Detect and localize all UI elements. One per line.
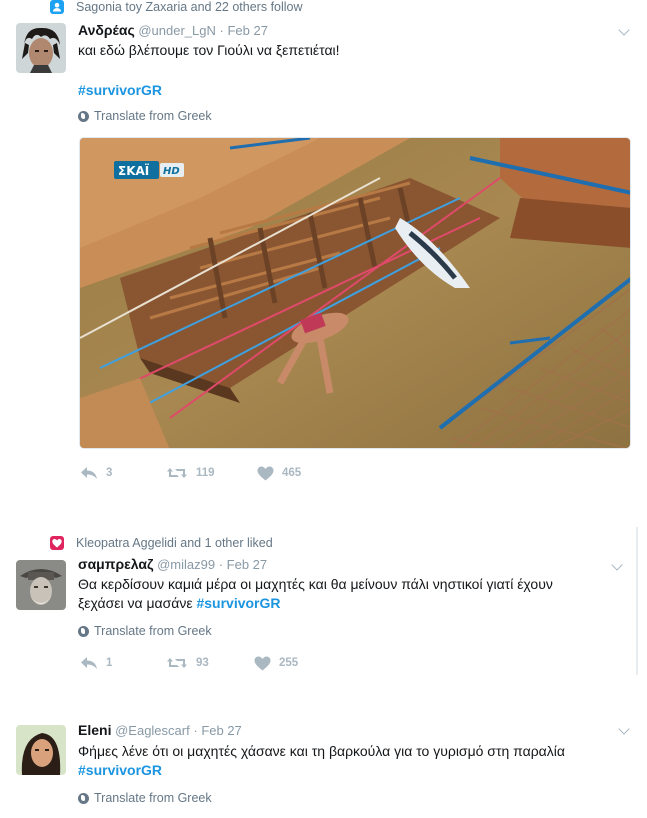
social-context[interactable]: Sagonia toy Zaxaria and 22 others follow <box>50 0 303 14</box>
retweet-icon <box>167 468 187 478</box>
reply-button[interactable]: 3 <box>80 466 112 480</box>
like-button[interactable]: 255 <box>254 656 298 671</box>
translate-label: Translate from Greek <box>94 109 212 123</box>
reply-count: 1 <box>106 657 113 669</box>
avatar[interactable] <box>16 560 66 610</box>
tweet-text: Θα κερδίσουν καμιά μέρα οι μαχητές και θ… <box>78 575 638 613</box>
tweet-media-image[interactable]: ΣΚΑΪ HD <box>79 137 631 449</box>
tweet-text-line: ξεχάσει να μασάνε #survivorGR <box>78 594 638 613</box>
globe-icon <box>78 110 89 122</box>
timestamp[interactable]: Feb 27 <box>201 723 241 738</box>
tweet-text-line: Φήμες λένε ότι οι μαχητές χάσανε και τη … <box>78 743 565 759</box>
retweet-count: 119 <box>196 467 215 479</box>
hashtag-link[interactable]: #survivorGR <box>78 82 162 98</box>
chevron-down-icon[interactable] <box>619 28 629 38</box>
timestamp[interactable]: Feb 27 <box>227 557 267 572</box>
hashtag-link[interactable]: #survivorGR <box>78 762 162 778</box>
hashtag-link[interactable]: #survivorGR <box>196 595 280 611</box>
like-button[interactable]: 465 <box>257 466 301 481</box>
username[interactable]: @milaz99 <box>157 557 215 572</box>
chevron-down-icon[interactable] <box>612 563 622 573</box>
fullname[interactable]: σαμπρελαζ <box>78 556 153 572</box>
tweet-text: Φήμες λένε ότι οι μαχητές χάσανε και τη … <box>78 742 638 780</box>
like-count: 255 <box>279 657 299 669</box>
social-context-text: Sagonia toy Zaxaria and 22 others follow <box>76 0 303 14</box>
separator: · <box>193 723 198 738</box>
tweet-header: Eleni @Eaglescarf · Feb 27 <box>78 722 242 738</box>
username[interactable]: @under_LgN <box>138 23 216 38</box>
retweet-button[interactable]: 119 <box>166 466 215 480</box>
like-count: 465 <box>282 467 302 479</box>
globe-icon <box>78 792 89 804</box>
follow-person-icon <box>50 0 64 14</box>
heart-icon <box>50 536 64 550</box>
fullname[interactable]: Ανδρέας <box>78 22 135 38</box>
fullname[interactable]: Eleni <box>78 722 111 738</box>
translate-link[interactable]: Translate from Greek <box>78 791 212 805</box>
reply-button[interactable]: 1 <box>80 656 112 670</box>
chevron-down-icon[interactable] <box>619 727 629 737</box>
heart-icon <box>254 656 271 670</box>
reply-icon <box>81 657 97 669</box>
globe-icon <box>78 625 89 637</box>
tweet-text: και εδώ βλέπουμε τον Γιούλι να ξεπετιέτα… <box>78 42 340 58</box>
tweet-text-line: #survivorGR <box>78 761 638 780</box>
reply-icon <box>81 467 97 479</box>
translate-label: Translate from Greek <box>94 624 212 638</box>
translate-label: Translate from Greek <box>94 791 212 805</box>
avatar[interactable] <box>16 23 66 73</box>
heart-icon <box>257 466 274 480</box>
translate-link[interactable]: Translate from Greek <box>78 109 212 123</box>
reply-count: 3 <box>106 467 113 479</box>
channel-logo: ΣΚΑΪ <box>118 163 150 178</box>
translate-link[interactable]: Translate from Greek <box>78 624 212 638</box>
retweet-button[interactable]: 93 <box>166 656 209 670</box>
tweet-hashtag-line: #survivorGR <box>78 81 638 100</box>
social-context[interactable]: Kleopatra Aggelidi and 1 other liked <box>50 536 273 550</box>
tweet-header: σαμπρελαζ @milaz99 · Feb 27 <box>78 556 267 572</box>
username[interactable]: @Eaglescarf <box>115 723 190 738</box>
channel-hd-badge: HD <box>163 166 180 177</box>
timestamp[interactable]: Feb 27 <box>227 23 267 38</box>
separator: · <box>219 23 224 38</box>
separator: · <box>218 557 224 572</box>
retweet-icon <box>167 658 187 668</box>
social-context-text: Kleopatra Aggelidi and 1 other liked <box>76 536 273 550</box>
retweet-count: 93 <box>196 657 209 669</box>
tweet-header: Ανδρέας @under_LgN · Feb 27 <box>78 22 268 38</box>
tweet-text-line: Θα κερδίσουν καμιά μέρα οι μαχητές και θ… <box>78 576 553 592</box>
avatar[interactable] <box>16 725 66 775</box>
tweet-text-part: ξεχάσει να μασάνε <box>78 595 193 611</box>
